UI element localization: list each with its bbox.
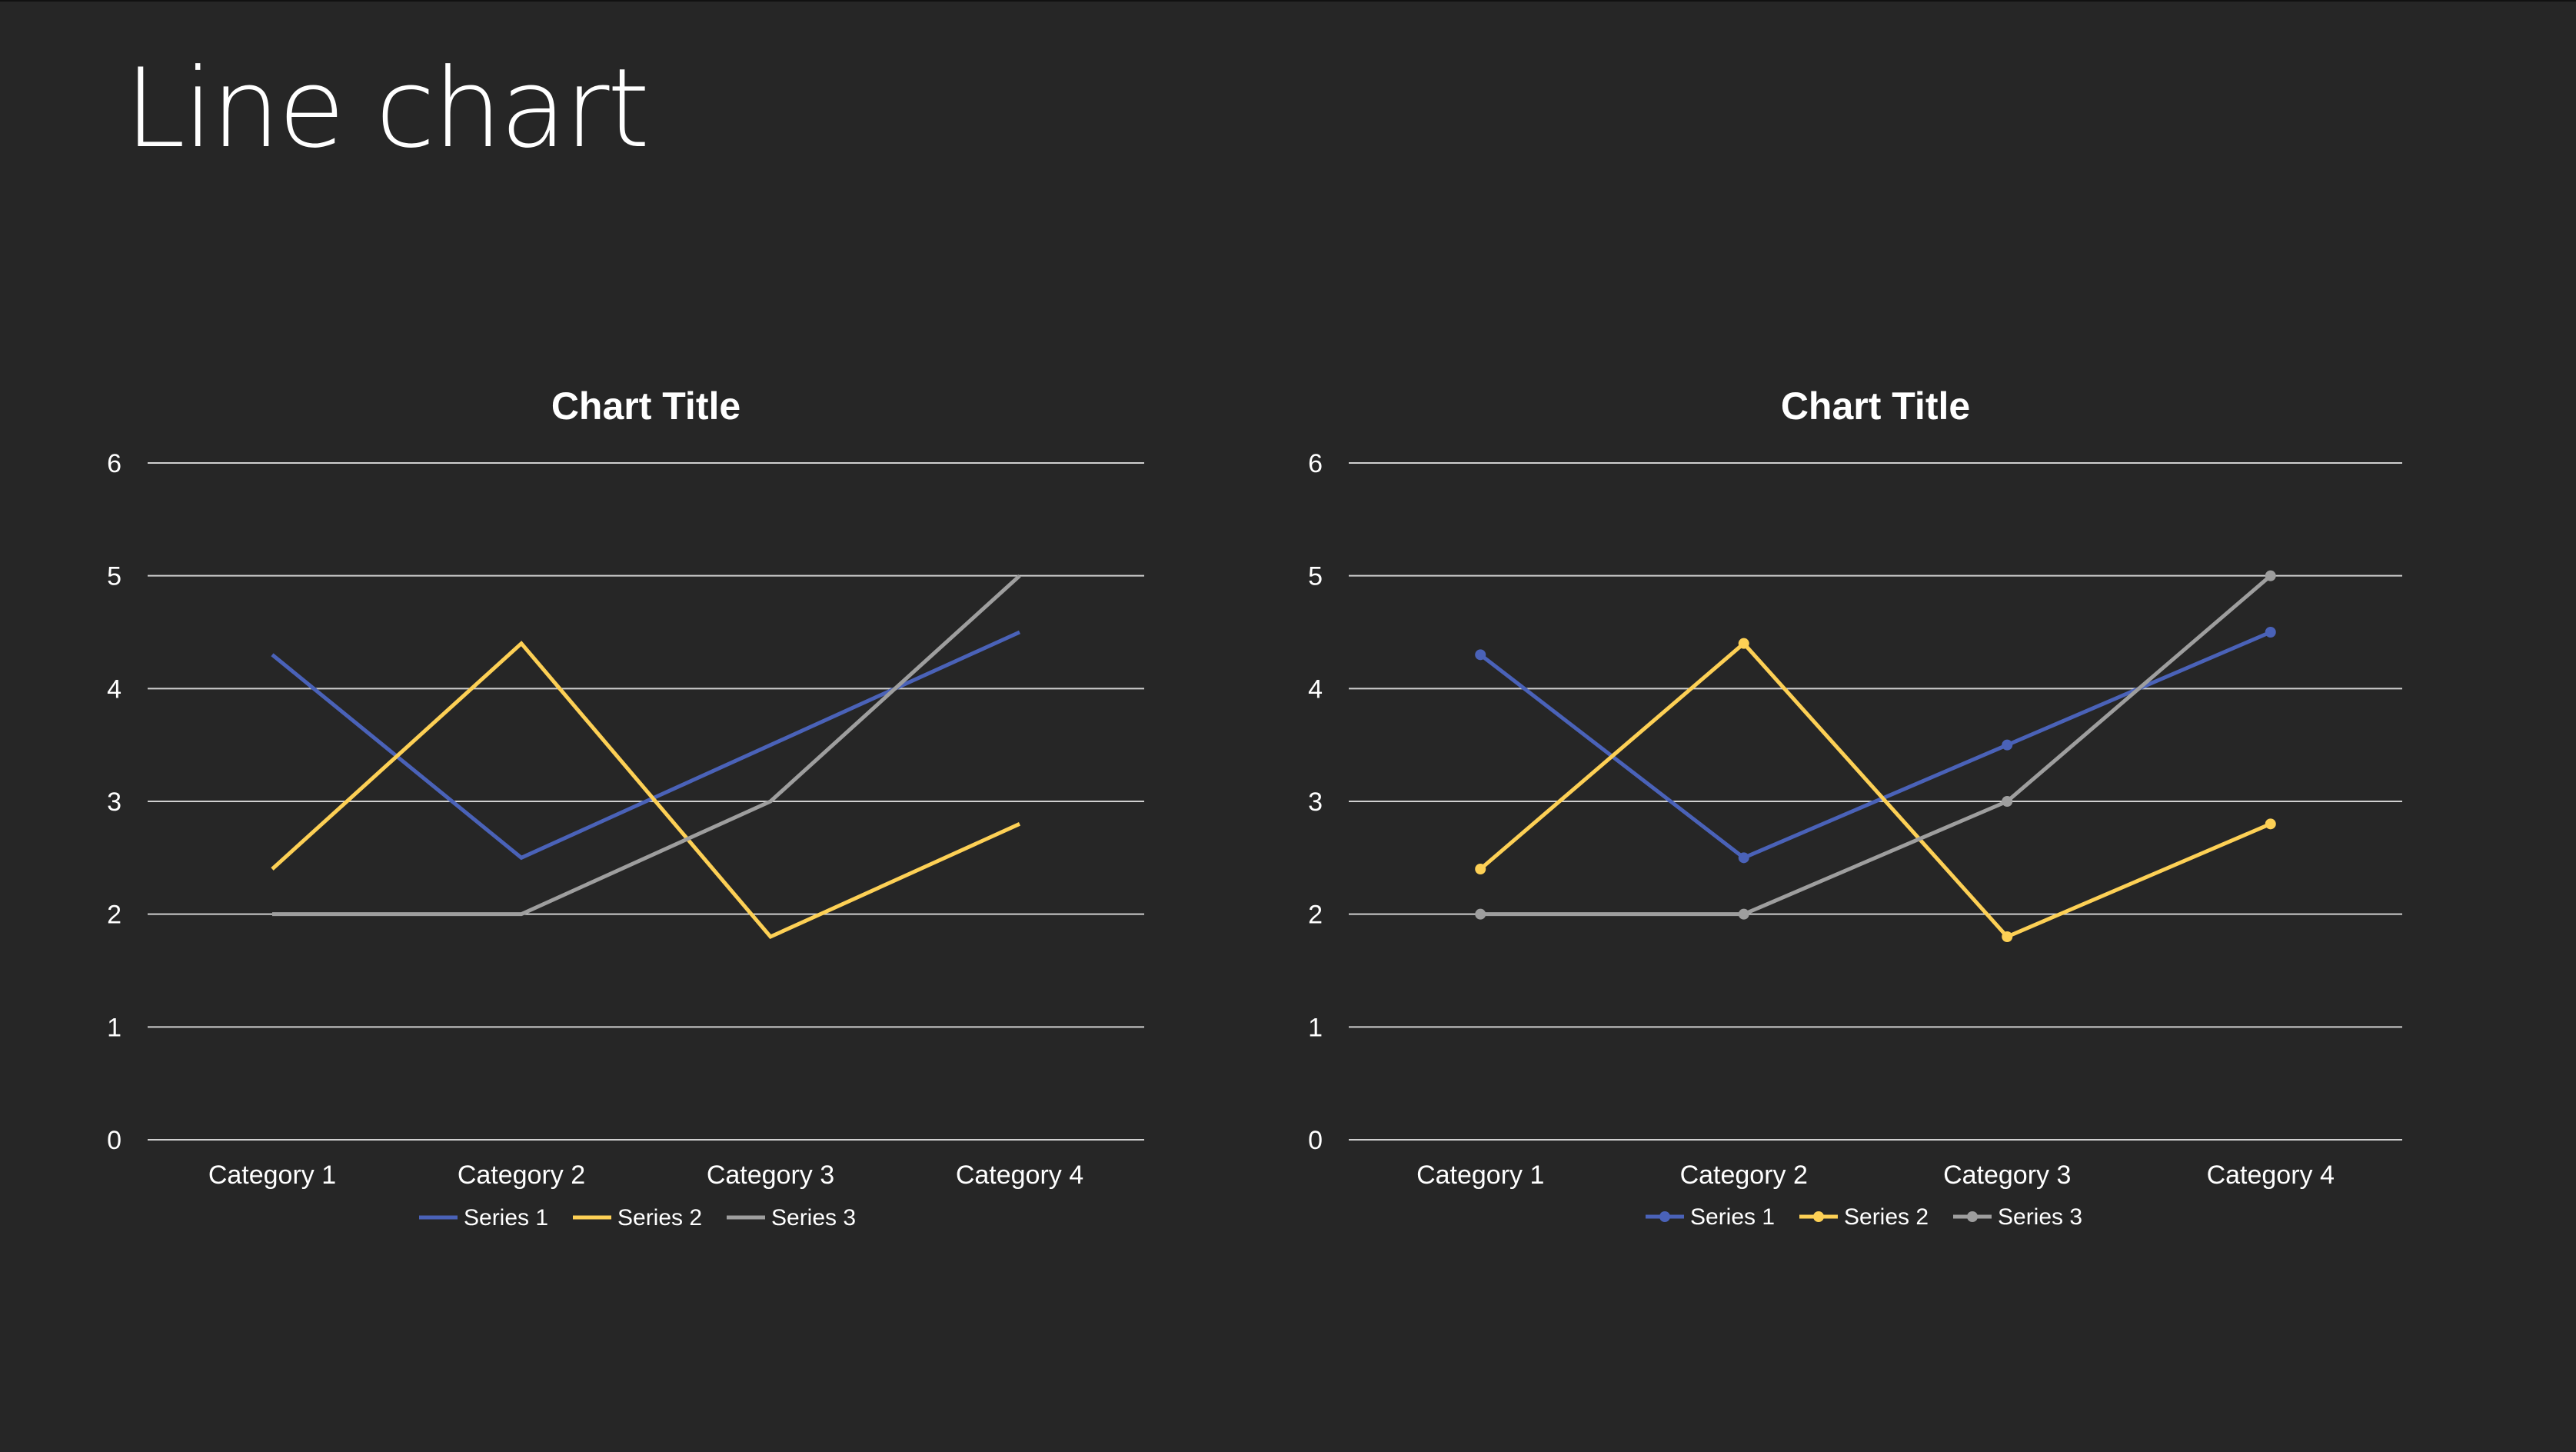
x-tick-label: Category 2: [1680, 1161, 1808, 1190]
series-3-point: [1738, 908, 1749, 920]
y-tick-label: 1: [1308, 1013, 1323, 1042]
y-tick-label: 5: [1308, 562, 1323, 591]
line-chart-1: Chart Title 0 1 2 3 4 5 6 Category 1 Category 2 Ca…: [107, 385, 1144, 1231]
legend-label: Series 1: [464, 1205, 548, 1231]
legend-marker: [1967, 1211, 1978, 1222]
x-tick-label: Category 4: [2207, 1161, 2335, 1190]
y-tick-label: 0: [107, 1126, 121, 1155]
y-tick-label: 5: [107, 562, 121, 591]
line-chart-2: Chart Title 0 1 2 3 4 5 6 Category 1 Category 2 Ca…: [1308, 385, 2402, 1230]
x-tick-label: Category 3: [1943, 1161, 2071, 1190]
legend-label: Series 2: [617, 1205, 702, 1231]
chart-title: Chart Title: [1781, 385, 1970, 428]
series-3-point: [2265, 570, 2276, 581]
y-tick-label: 3: [107, 788, 121, 817]
slide: Line chart Chart Title 0 1 2 3 4 5 6 Category 1C…: [0, 0, 2576, 1452]
series-1-point: [1738, 852, 1749, 864]
y-tick-label: 4: [107, 674, 121, 704]
legend-marker: [1659, 1211, 1670, 1222]
series-2-line: [1479, 641, 2271, 940]
series-1-point: [2265, 627, 2276, 638]
legend-label: Series 3: [771, 1205, 856, 1231]
series-3-point: [1475, 908, 1486, 920]
y-tick-label: 6: [107, 449, 121, 478]
legend-label: Series 3: [1998, 1204, 2082, 1230]
legend-label: Series 2: [1844, 1204, 1929, 1230]
series-2-line: [271, 641, 1021, 940]
series-2-point: [1475, 864, 1486, 874]
series-1-line: [1479, 630, 2271, 861]
charts-canvas: Chart Title 0 1 2 3 4 5 6 Category 1 Category 2 Ca…: [107, 385, 2402, 1231]
series-3-point: [2002, 796, 2013, 807]
series-1-line: [271, 630, 1021, 861]
y-tick-label: 2: [1308, 901, 1323, 930]
y-tick-label: 3: [1308, 788, 1323, 817]
x-tick-label: Category 2: [458, 1161, 585, 1190]
series-2-point: [2002, 931, 2013, 942]
y-tick-label: 6: [1308, 449, 1323, 478]
y-tick-label: 1: [107, 1013, 121, 1042]
legend-label: Series 1: [1690, 1204, 1775, 1230]
series-2-point: [1738, 638, 1749, 649]
x-tick-label: Category 3: [707, 1161, 834, 1190]
y-tick-label: 4: [1308, 674, 1323, 704]
series-2-point: [2265, 818, 2276, 830]
chart-title: Chart Title: [551, 385, 741, 428]
x-tick-label: Category 1: [208, 1161, 336, 1190]
legend-marker: [1813, 1211, 1824, 1222]
x-tick-label: Category 4: [956, 1161, 1083, 1190]
y-tick-label: 2: [107, 901, 121, 930]
series-1-point: [1475, 649, 1486, 661]
y-tick-label: 0: [1308, 1126, 1323, 1155]
x-tick-label: Category 1: [1416, 1161, 1544, 1190]
series-1-point: [2002, 739, 2013, 751]
